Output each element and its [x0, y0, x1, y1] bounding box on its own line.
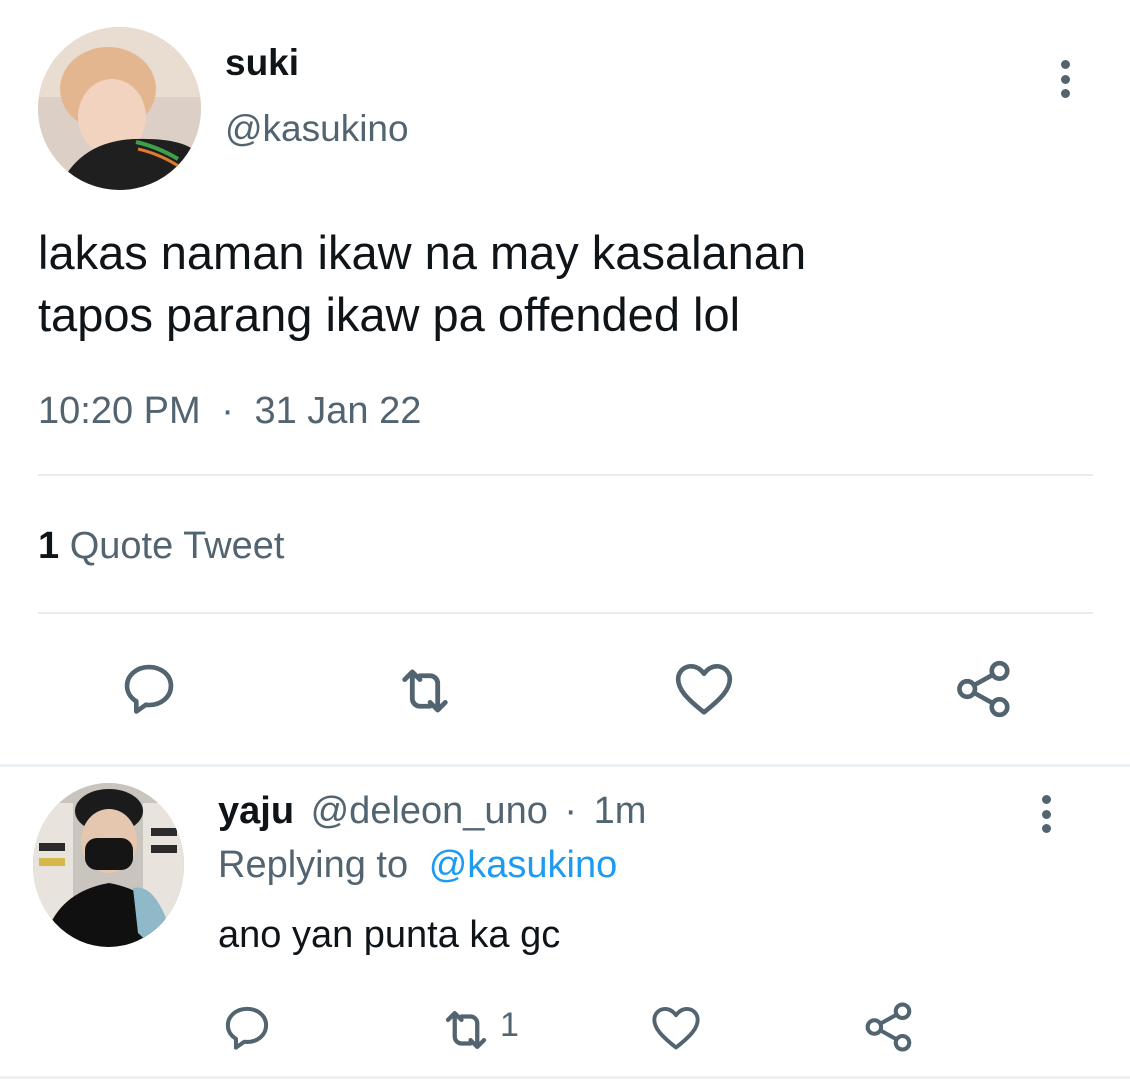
replying-prefix: Replying to — [218, 844, 409, 886]
like-button[interactable] — [673, 660, 735, 718]
divider — [38, 474, 1093, 476]
reply-time[interactable]: 1m — [594, 790, 647, 832]
separator: · — [564, 790, 578, 832]
tweet-text-line: lakas naman ikaw na may kasalanan — [38, 226, 807, 279]
retweet-icon — [445, 1010, 487, 1050]
avatar[interactable] — [33, 783, 184, 947]
reply-button[interactable] — [118, 658, 180, 720]
divider — [0, 1076, 1130, 1079]
tweet-text: lakas naman ikaw na may kasalanan tapos … — [38, 222, 1098, 346]
author-name[interactable]: suki — [225, 44, 299, 81]
quote-count: 1 — [38, 525, 60, 567]
tweet-date: 31 Jan 22 — [254, 390, 422, 432]
tweet-detail-page: suki @kasukino lakas naman ikaw na may k… — [0, 0, 1130, 1080]
reply-icon — [225, 1006, 269, 1050]
share-icon — [865, 1002, 912, 1052]
retweet-icon — [402, 669, 448, 713]
tweet-text-line: tapos parang ikaw pa offended lol — [38, 288, 741, 341]
retweet-button[interactable] — [392, 660, 458, 722]
reply-author-handle[interactable]: @deleon_uno — [311, 790, 548, 832]
tweet-timestamp: 10:20 PM · 31 Jan 22 — [38, 392, 421, 430]
separator: · — [221, 390, 234, 432]
reply-author-name[interactable]: yaju — [218, 790, 294, 832]
more-options-icon[interactable] — [1058, 60, 1072, 98]
reply-button[interactable] — [220, 1001, 274, 1055]
divider — [0, 764, 1130, 767]
quote-tweets-link[interactable]: 1 Quote Tweet — [38, 527, 284, 565]
share-button[interactable] — [862, 1000, 916, 1054]
author-handle[interactable]: @kasukino — [225, 110, 409, 147]
like-button[interactable] — [650, 1003, 702, 1053]
avatar-photo — [33, 783, 184, 947]
reply-header: yaju @deleon_uno · 1m — [218, 792, 646, 830]
share-icon — [957, 660, 1010, 718]
replying-to: Replying to @kasukino — [218, 846, 617, 884]
like-icon — [652, 1006, 700, 1050]
tweet-time: 10:20 PM — [38, 390, 201, 432]
reply-icon — [124, 664, 174, 714]
more-options-icon[interactable] — [1039, 795, 1053, 833]
retweet-count: 1 — [500, 1006, 519, 1044]
avatar[interactable] — [38, 27, 201, 190]
replying-to-handle-link[interactable]: @kasukino — [429, 844, 618, 886]
share-button[interactable] — [953, 658, 1015, 720]
reply-text: ano yan punta ka gc — [218, 914, 561, 956]
like-icon — [675, 663, 733, 715]
retweet-button[interactable] — [436, 1003, 496, 1057]
divider — [38, 612, 1093, 614]
quote-label: Quote Tweet — [69, 525, 285, 567]
avatar-photo — [38, 27, 201, 190]
